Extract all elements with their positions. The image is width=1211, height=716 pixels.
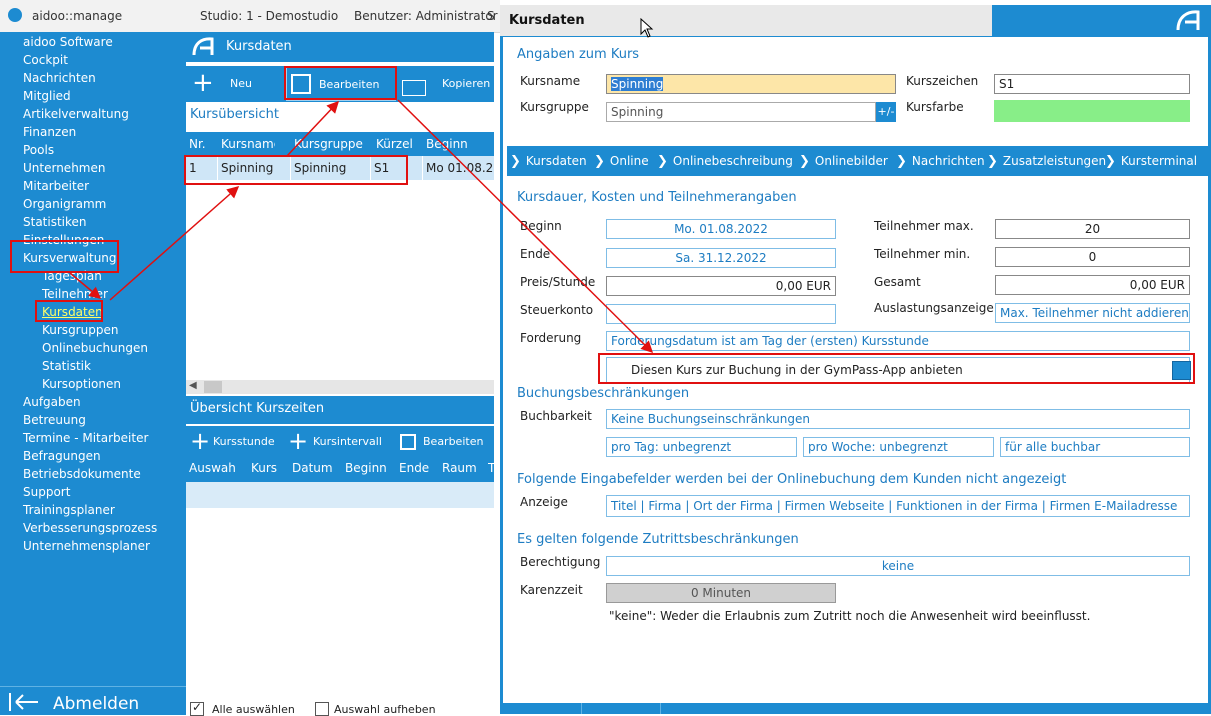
annotation-arrows (69, 99, 654, 354)
